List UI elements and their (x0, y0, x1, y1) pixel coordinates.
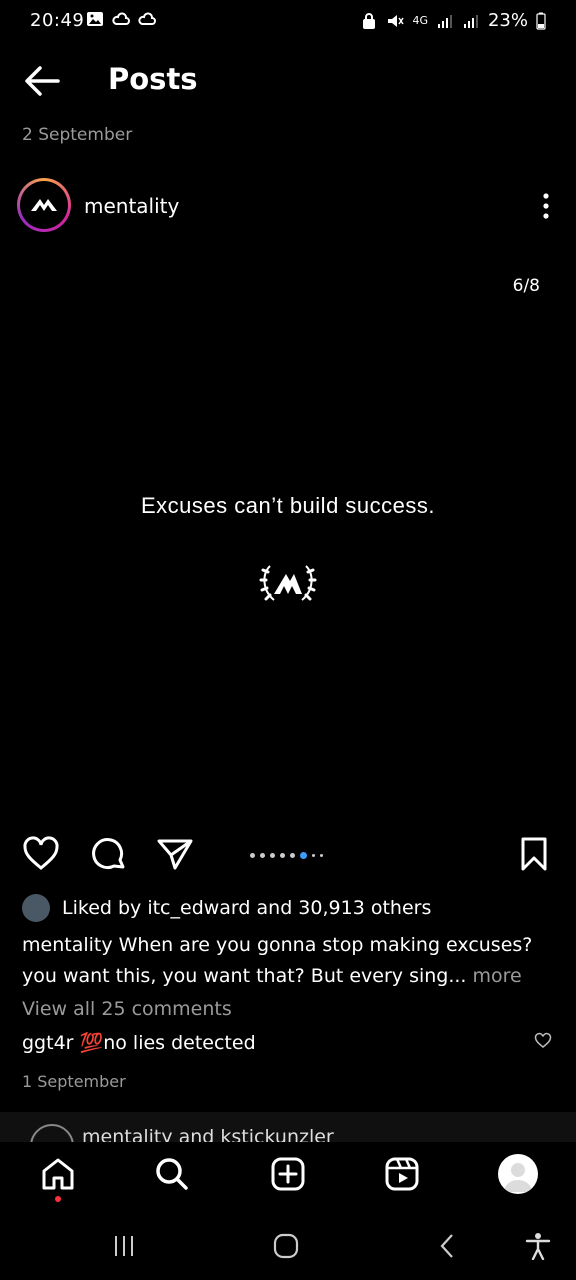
comment-username[interactable]: ggt4r (22, 1032, 73, 1054)
comment-date: 1 September (22, 1072, 126, 1091)
home-button[interactable] (270, 1230, 302, 1262)
carousel-dot (270, 853, 275, 858)
author-avatar[interactable] (17, 178, 71, 232)
create-icon (271, 1157, 305, 1191)
search-tab[interactable] (152, 1154, 192, 1194)
reels-icon (385, 1157, 419, 1191)
accessibility-icon (525, 1233, 551, 1260)
carousel-dot (280, 853, 285, 858)
comment-like-heart-icon[interactable] (534, 1032, 552, 1049)
carousel-counter: 6/8 (512, 276, 540, 296)
profile-tab[interactable] (498, 1154, 538, 1194)
share-send-icon[interactable] (156, 836, 194, 872)
post-actions (0, 836, 576, 876)
cloud-sync-icon (112, 12, 130, 25)
mute-icon (388, 14, 405, 27)
caption-username[interactable]: mentality (22, 934, 113, 956)
mentality-logo-icon (20, 181, 68, 229)
likes-text: Liked by itc_edward and 30,913 others (62, 897, 432, 919)
carousel-dot (312, 854, 315, 857)
save-bookmark-icon[interactable] (518, 836, 550, 872)
post-image-text: Excuses can’t build success. (140, 493, 436, 518)
cloud-sync-icon (138, 12, 156, 25)
liker-avatar (22, 894, 50, 922)
lock-icon (363, 12, 376, 29)
page-title: Posts (108, 62, 198, 96)
status-bar: 20:49 4G 23% (0, 0, 576, 44)
network-type-label: 4G (412, 13, 428, 27)
carousel-dot (260, 853, 265, 858)
gallery-icon (87, 12, 103, 26)
accessibility-button[interactable] (522, 1230, 554, 1262)
battery-icon (536, 12, 546, 30)
recent-apps-button[interactable] (108, 1230, 140, 1262)
signal-icon (437, 14, 452, 28)
system-nav-bar (0, 1210, 576, 1280)
next-post-peek[interactable]: mentality and kstickunzler (0, 1112, 576, 1142)
carousel-dot (320, 854, 323, 857)
home-tab[interactable] (38, 1154, 78, 1194)
home-notification-dot (55, 1196, 61, 1202)
battery-percent: 23% (487, 10, 528, 31)
comment-icon[interactable] (90, 836, 128, 872)
signal-icon (463, 14, 478, 28)
post-author-row: mentality (0, 178, 576, 238)
profile-avatar (498, 1154, 538, 1194)
comment-text: no lies detected (103, 1032, 256, 1054)
status-left-icons (86, 10, 156, 28)
more-options-icon[interactable] (542, 192, 550, 220)
carousel-dots (250, 852, 323, 859)
search-icon (156, 1158, 188, 1190)
home-icon (42, 1158, 74, 1190)
carousel-dot-active (300, 852, 307, 859)
comment-preview: ggt4r 💯no lies detected (22, 1031, 256, 1054)
next-post-authors: mentality and kstickunzler (82, 1126, 334, 1142)
caption-more-link[interactable]: more (466, 965, 522, 987)
next-post-avatar (30, 1124, 74, 1142)
author-name[interactable]: mentality (84, 194, 179, 218)
like-heart-icon[interactable] (22, 836, 60, 872)
bottom-tab-bar (0, 1142, 576, 1210)
back-icon (440, 1234, 453, 1258)
header: Posts (0, 48, 576, 112)
home-button-icon (273, 1233, 299, 1259)
post-caption[interactable]: mentality When are you gonna stop making… (22, 930, 542, 992)
hundred-emoji-icon: 💯 (79, 1032, 104, 1054)
status-right-icons: 4G 23% (360, 10, 546, 31)
reels-tab[interactable] (382, 1154, 422, 1194)
mentality-laurel-logo-icon (259, 565, 317, 601)
view-all-comments-link[interactable]: View all 25 comments (22, 998, 232, 1020)
carousel-dot (290, 853, 295, 858)
status-time: 20:49 (30, 10, 85, 31)
post-date: 2 September (22, 125, 133, 145)
back-arrow-icon[interactable] (22, 64, 62, 98)
likes-row[interactable]: Liked by itc_edward and 30,913 others (22, 894, 431, 922)
back-button[interactable] (432, 1230, 464, 1262)
recent-apps-icon (115, 1236, 133, 1256)
carousel-dot (250, 853, 255, 858)
create-tab[interactable] (268, 1154, 308, 1194)
